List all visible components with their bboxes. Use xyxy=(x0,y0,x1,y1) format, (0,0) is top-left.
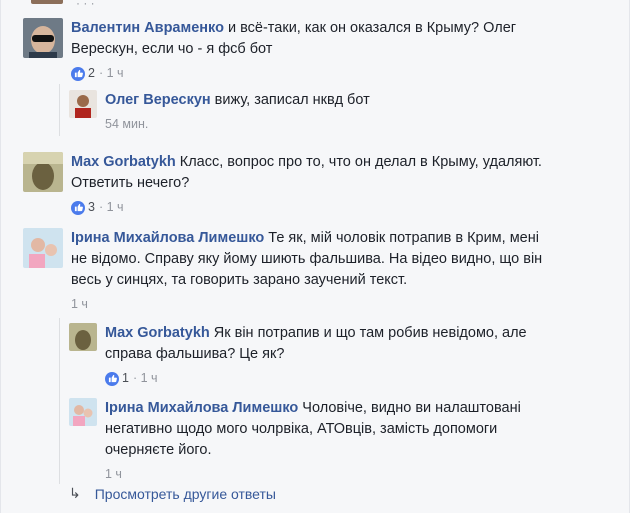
comment-author[interactable]: Ірина Михайлова Лимешко xyxy=(105,400,298,416)
comment-meta: 2 · 1 ч xyxy=(71,63,581,84)
comment-time[interactable]: · 1 ч xyxy=(133,368,158,389)
comment-text: весь у синцях, та говорить зарано заучен… xyxy=(71,272,408,288)
comment: Ірина Михайлова Лимешко Те як, мій чолов… xyxy=(23,228,611,315)
like-icon[interactable] xyxy=(105,371,119,386)
comment-author[interactable]: Олег Верескун xyxy=(105,92,211,108)
comment-text: Як він потрапив и що там робив невідомо,… xyxy=(209,325,527,341)
comment-text: Те як, мій чоловік потрапив в Крим, мені xyxy=(264,230,539,246)
avatar xyxy=(31,0,63,4)
comment-meta: 54 мин. xyxy=(105,114,370,135)
comment-author[interactable]: Max Gorbatykh xyxy=(71,154,176,170)
comment-time[interactable]: 1 ч xyxy=(105,464,122,485)
like-icon[interactable] xyxy=(71,200,85,215)
view-more-replies-label[interactable]: Просмотреть другие ответы xyxy=(95,486,276,502)
comment-meta: 3 · 1 ч xyxy=(71,197,581,218)
comment-text: Чоловіче, видно ви налаштовані xyxy=(298,400,521,416)
avatar[interactable] xyxy=(23,152,63,192)
comment-author[interactable]: Max Gorbatykh xyxy=(105,325,210,341)
avatar[interactable] xyxy=(69,398,97,426)
comment: Валентин Авраменко и всё-таки, как он ок… xyxy=(23,18,581,84)
comment-time[interactable]: 54 мин. xyxy=(105,114,148,135)
comment-text: Ответить нечего? xyxy=(71,175,190,191)
like-icon[interactable] xyxy=(71,66,85,81)
comment-time[interactable]: · 1 ч xyxy=(99,197,124,218)
comment: Max Gorbatykh Класс, вопрос про то, что … xyxy=(23,152,581,218)
comment-text: негативно щодо мого чолрвіка, АТОвців, з… xyxy=(105,421,498,437)
like-count[interactable]: 3 xyxy=(88,197,95,218)
avatar[interactable] xyxy=(69,323,97,351)
comment-author[interactable]: Ірина Михайлова Лимешко xyxy=(71,230,264,246)
comment-author[interactable]: Валентин Авраменко xyxy=(71,20,224,36)
reply: Ірина Михайлова Лимешко Чоловіче, видно … xyxy=(69,398,605,485)
comment-meta: 1 ч xyxy=(71,294,611,315)
comment-thread: · · · Валентин Авраменко и всё-таки, как… xyxy=(0,0,630,513)
comment-text: Класс, вопрос про то, что он делал в Кры… xyxy=(175,154,542,170)
comment-time[interactable]: · 1 ч xyxy=(99,63,124,84)
comment-text: не відомо. Справу яку йому шиють фальшив… xyxy=(71,251,543,267)
avatar[interactable] xyxy=(69,90,97,118)
comment-text: Верескун, если чо - я фсб бот xyxy=(71,41,273,57)
like-count[interactable]: 1 xyxy=(122,368,129,389)
avatar[interactable] xyxy=(23,228,63,268)
comment-text: вижу, записал нквд бот xyxy=(210,92,370,108)
reply-divider xyxy=(59,318,60,484)
comment-text: справа фальшива? Це як? xyxy=(105,346,285,362)
reply: Олег Верескун вижу, записал нквд бот 54 … xyxy=(69,90,370,135)
reply-divider xyxy=(59,84,60,136)
view-more-replies-link[interactable]: ↳ Просмотреть другие ответы xyxy=(69,485,276,502)
comment-meta: 1 · 1 ч xyxy=(105,368,605,389)
comment-text: очерняєте його. xyxy=(105,442,212,458)
comment-time[interactable]: 1 ч xyxy=(71,294,88,315)
comment-text: и всё-таки, как он оказался в Крыму? Оле… xyxy=(223,20,517,36)
reply-arrow-icon: ↳ xyxy=(69,485,81,501)
avatar[interactable] xyxy=(23,18,63,58)
like-count[interactable]: 2 xyxy=(88,63,95,84)
comment-meta: 1 ч xyxy=(105,464,605,485)
truncated-meta: · · · xyxy=(76,0,95,10)
reply: Max Gorbatykh Як він потрапив и що там р… xyxy=(69,323,605,389)
